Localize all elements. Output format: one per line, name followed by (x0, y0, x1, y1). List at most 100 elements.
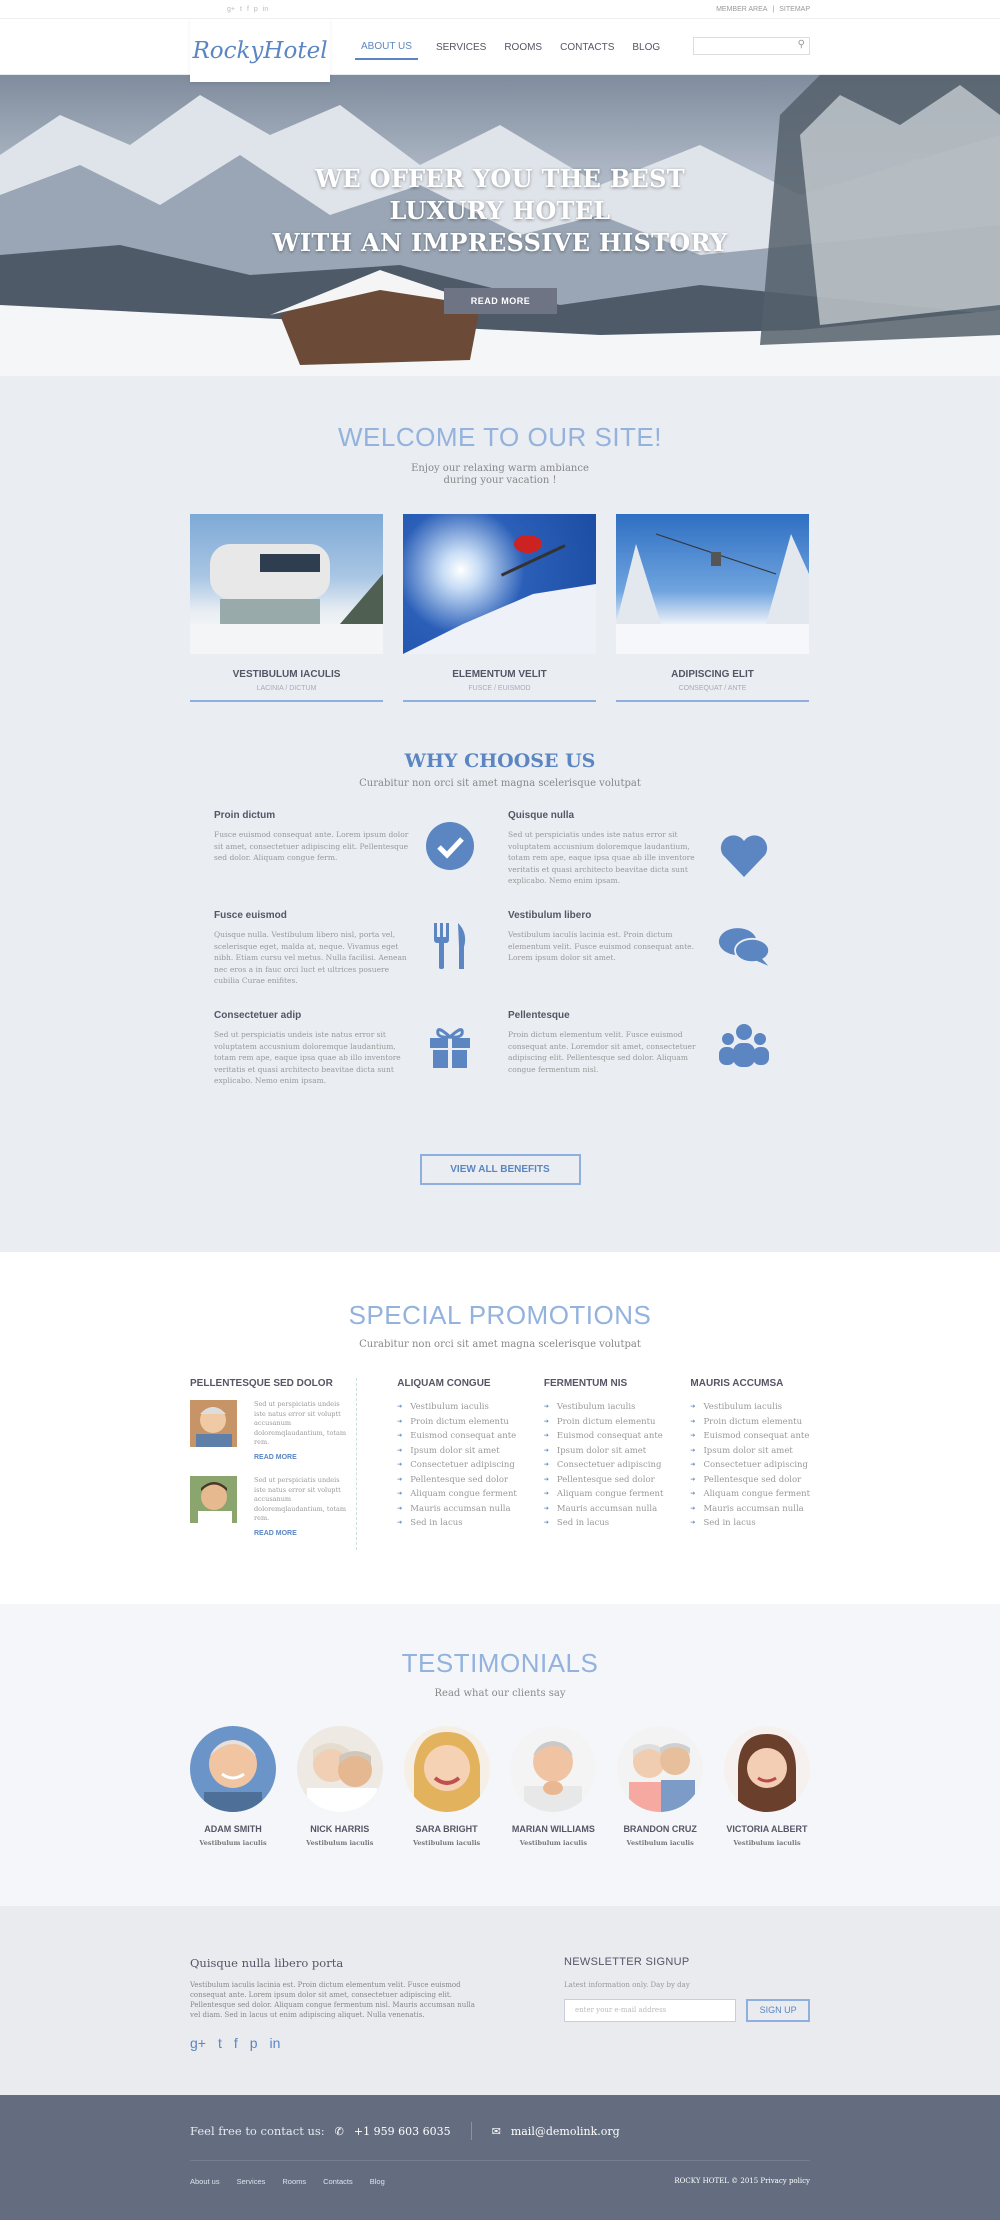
promo-list-item[interactable]: Pellentesque sed dolor (690, 1473, 810, 1488)
promo-list-item[interactable]: Pellentesque sed dolor (397, 1473, 517, 1488)
avatar[interactable] (403, 1726, 490, 1812)
nav-blog[interactable]: BLOG (632, 36, 660, 59)
promo-list-item[interactable]: Sed in lacus (544, 1516, 664, 1531)
promo-list-item[interactable]: Mauris accumsan nulla (690, 1502, 810, 1517)
feature-card[interactable]: ELEMENTUM VELIT FUSCE / EUISMOD (403, 514, 596, 702)
promo-read-more-link[interactable]: READ MORE (254, 1453, 346, 1463)
nav-contacts[interactable]: CONTACTS (560, 36, 614, 59)
contact-phone[interactable]: +1 959 603 6035 (354, 2125, 451, 2138)
twitter-icon[interactable]: t (218, 2035, 222, 2051)
nav-about-us[interactable]: ABOUT US (355, 35, 418, 60)
feature-card[interactable]: VESTIBULUM IACULIS LACINIA / DICTUM (190, 514, 383, 702)
testimonial-person[interactable]: VICTORIA ALBERT Vestibulum iaculis (723, 1726, 810, 1847)
linkedin-icon[interactable]: in (270, 2035, 281, 2051)
newsletter-email-input[interactable]: enter your e-mail address (564, 1999, 737, 2022)
view-all-benefits-button[interactable]: VIEW ALL BENEFITS (419, 1154, 581, 1185)
promo-list-item[interactable]: Mauris accumsan nulla (397, 1502, 517, 1517)
promo-list-item[interactable]: Proin dictum elementu (397, 1415, 517, 1430)
avatar[interactable] (296, 1726, 383, 1812)
testimonial-person[interactable]: SARA BRIGHT Vestibulum iaculis (403, 1726, 490, 1847)
promo-list-item[interactable]: Proin dictum elementu (544, 1415, 664, 1430)
footer-about-title: Quisque nulla libero porta (190, 1956, 344, 1970)
promo-list: MAURIS ACCUMSA Vestibulum iaculis Proin … (690, 1378, 810, 1550)
benefit-title: Vestibulum libero (508, 910, 592, 921)
promo-avatar[interactable] (190, 1400, 237, 1447)
footer-link-about-us[interactable]: About us (190, 2177, 220, 2186)
person-name: MARIAN WILLIAMS (511, 1824, 595, 1834)
sign-up-button[interactable]: SIGN UP (746, 1999, 810, 2022)
feature-cards: VESTIBULUM IACULIS LACINIA / DICTUM ELEM… (190, 514, 810, 702)
google-plus-icon[interactable]: g+ (190, 2035, 206, 2051)
benefit-text: Sed ut perspiciatis undes iste natus err… (508, 830, 695, 885)
card-title: VESTIBULUM IACULIS (232, 669, 341, 680)
benefit-title: Pellentesque (508, 1010, 570, 1021)
promo-list-item[interactable]: Sed in lacus (690, 1516, 810, 1531)
sitemap-link[interactable]: SITEMAP (779, 6, 810, 13)
card-image-skier[interactable] (403, 514, 596, 654)
site-logo[interactable]: RockyHotel (190, 19, 330, 82)
feature-card[interactable]: ADIPISCING ELIT CONSEQUAT / ANTE (616, 514, 809, 702)
phone-icon: ✆ (334, 2124, 344, 2138)
people-icon (718, 1020, 770, 1072)
promo-list-item[interactable]: Pellentesque sed dolor (544, 1473, 664, 1488)
card-subtitle: FUSCE / EUISMOD (468, 685, 531, 692)
footer-contact: Feel free to contact us: ✆ +1 959 603 60… (190, 2122, 810, 2140)
promo-list-item[interactable]: Consectetuer adipiscing (397, 1458, 517, 1473)
promo-list-item[interactable]: Mauris accumsan nulla (544, 1502, 664, 1517)
benefit-text: Sed ut perspiciatis undeis iste natus er… (214, 1030, 401, 1085)
promo-list-item[interactable]: Euismod consequat ante (690, 1429, 810, 1444)
nav-rooms[interactable]: ROOMS (504, 36, 542, 59)
avatar[interactable] (190, 1726, 276, 1812)
promo-list-item[interactable]: Vestibulum iaculis (544, 1400, 664, 1415)
twitter-icon[interactable]: t (240, 6, 242, 13)
promo-avatar[interactable] (190, 1476, 237, 1523)
facebook-icon[interactable]: f (247, 6, 249, 13)
promo-list-item[interactable]: Vestibulum iaculis (397, 1400, 517, 1415)
check-icon (424, 820, 476, 872)
testimonial-person[interactable]: NICK HARRIS Vestibulum iaculis (296, 1726, 383, 1847)
footer-link-blog[interactable]: Blog (370, 2177, 385, 2186)
promo-list-item[interactable]: Euismod consequat ante (397, 1429, 517, 1444)
welcome-title: WELCOME TO OUR SITE! (338, 422, 662, 452)
promo-list-item[interactable]: Sed in lacus (397, 1516, 517, 1531)
footer-link-rooms[interactable]: Rooms (282, 2177, 306, 2186)
promo-list-item[interactable]: Consectetuer adipiscing (544, 1458, 664, 1473)
member-area-link[interactable]: MEMBER AREA (716, 6, 767, 13)
promo-list-item[interactable]: Ipsum dolor sit amet (397, 1444, 517, 1459)
footer-link-services[interactable]: Services (237, 2177, 266, 2186)
promo-read-more-link[interactable]: READ MORE (254, 1529, 346, 1539)
promo-list-title: ALIQUAM CONGUE (397, 1378, 491, 1389)
promo-list-item[interactable]: Ipsum dolor sit amet (544, 1444, 664, 1459)
promo-list-item[interactable]: Euismod consequat ante (544, 1429, 664, 1444)
search-input[interactable]: ⚲ (693, 37, 810, 55)
hero-headline: WE OFFER YOU THE BEST LUXURY HOTEL WITH … (0, 163, 1000, 259)
testimonial-person[interactable]: ADAM SMITH Vestibulum iaculis (190, 1726, 276, 1847)
search-icon[interactable]: ⚲ (798, 39, 805, 50)
nav-services[interactable]: SERVICES (436, 36, 486, 59)
promo-list-item[interactable]: Consectetuer adipiscing (690, 1458, 810, 1473)
card-image-ski-lift[interactable] (616, 514, 809, 654)
footer-link-contacts[interactable]: Contacts (323, 2177, 353, 2186)
pinterest-icon[interactable]: p (254, 6, 258, 13)
avatar[interactable] (617, 1726, 704, 1812)
google-plus-icon[interactable]: g+ (227, 6, 235, 13)
testimonial-person[interactable]: MARIAN WILLIAMS Vestibulum iaculis (510, 1726, 597, 1847)
promo-list-item[interactable]: Aliquam congue ferment (397, 1487, 517, 1502)
person-name: NICK HARRIS (310, 1824, 370, 1834)
promo-list-item[interactable]: Proin dictum elementu (690, 1415, 810, 1430)
linkedin-icon[interactable]: in (263, 6, 268, 13)
promo-list-item[interactable]: Aliquam congue ferment (690, 1487, 810, 1502)
welcome-subtitle-line-1: Enjoy our relaxing warm ambiance (411, 463, 589, 474)
facebook-icon[interactable]: f (234, 2035, 238, 2051)
promo-list-item[interactable]: Aliquam congue ferment (544, 1487, 664, 1502)
contact-email[interactable]: mail@demolink.org (511, 2125, 620, 2138)
testimonial-person[interactable]: BRANDON CRUZ Vestibulum iaculis (617, 1726, 704, 1847)
promo-list-item[interactable]: Ipsum dolor sit amet (690, 1444, 810, 1459)
read-more-button[interactable]: READ MORE (444, 288, 557, 314)
pinterest-icon[interactable]: p (250, 2035, 258, 2051)
avatar[interactable] (510, 1726, 597, 1812)
card-image-building[interactable] (190, 514, 383, 654)
avatar[interactable] (723, 1726, 810, 1812)
promo-list-item[interactable]: Vestibulum iaculis (690, 1400, 810, 1415)
footer-social-links: g+ t f p in (190, 2035, 480, 2051)
